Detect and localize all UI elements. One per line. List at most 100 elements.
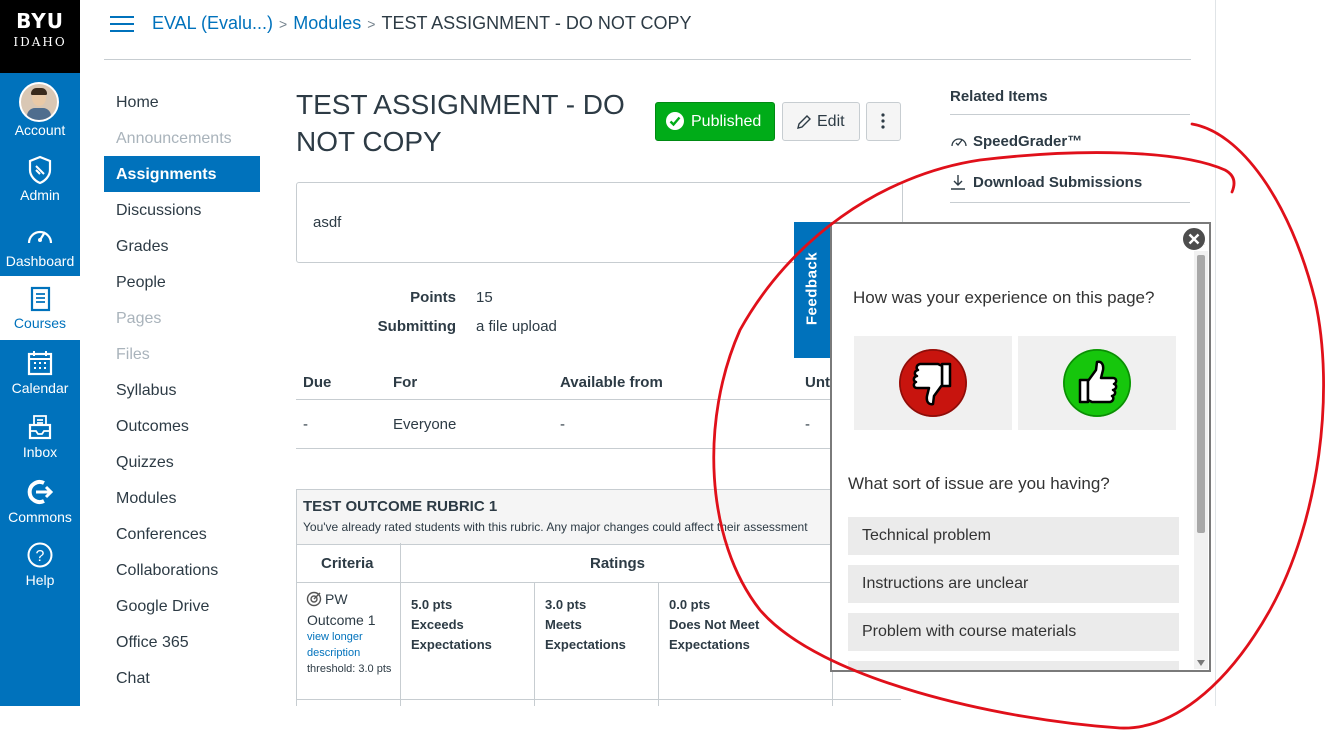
thumbs-down-icon (899, 349, 967, 417)
submitting-value: a file upload (476, 318, 557, 335)
course-nav-people[interactable]: People (116, 274, 166, 292)
assignment-description: asdf (313, 214, 342, 231)
download-submissions-link[interactable]: Download Submissions (973, 174, 1142, 191)
breadcrumb-course[interactable]: EVAL (Evalu...) (152, 13, 273, 33)
rubric-col-divider (658, 582, 659, 706)
close-icon[interactable] (1182, 227, 1206, 251)
download-icon (951, 175, 965, 190)
feedback-tab[interactable]: Feedback (794, 222, 830, 358)
course-nav-grades[interactable]: Grades (116, 238, 168, 256)
course-nav-modules[interactable]: Modules (116, 490, 176, 508)
byu-idaho-logo[interactable]: BYU IDAHO (0, 0, 80, 73)
rating-1-label: Exceeds (411, 617, 464, 632)
criterion-outcome: Outcome 1 (307, 612, 376, 628)
nav-help-label: Help (25, 572, 55, 588)
cell-available-from: - (560, 416, 565, 433)
nav-calendar[interactable]: Calendar (0, 340, 80, 404)
course-nav-discussions[interactable]: Discussions (116, 202, 201, 220)
published-label: Published (691, 113, 762, 130)
course-nav-pages: Pages (116, 310, 162, 327)
rubric-head-rule (296, 582, 901, 583)
nav-courses[interactable]: Courses (0, 276, 80, 340)
check-circle-icon (666, 112, 684, 130)
related-rule (950, 114, 1190, 115)
dates-row-rule (296, 448, 901, 449)
published-button[interactable]: Published (655, 102, 775, 141)
rating-2-pts: 3.0 pts (545, 597, 587, 612)
rubric-ratings-header: Ratings (590, 555, 646, 572)
scroll-down-arrow-icon[interactable] (1197, 660, 1205, 666)
nav-account[interactable]: Account (0, 76, 80, 140)
calendar-icon (27, 351, 53, 376)
page-right-border (1215, 0, 1216, 706)
outcome-target-icon (306, 591, 322, 607)
rubric-warning: You've already rated students with this … (303, 520, 808, 534)
course-menu-toggle[interactable] (110, 14, 134, 34)
col-due: Due (303, 374, 332, 391)
cell-for: Everyone (393, 416, 457, 433)
col-until: Unt (805, 374, 830, 391)
pencil-icon (797, 115, 811, 129)
points-label: Points (410, 289, 456, 306)
speedgrader-icon (951, 138, 967, 147)
commons-icon (27, 480, 54, 504)
feedback-scrollbar-thumb[interactable] (1197, 255, 1205, 533)
feedback-tab-label: Feedback (803, 251, 821, 326)
nav-commons-label: Commons (8, 509, 72, 525)
course-nav-conferences[interactable]: Conferences (116, 526, 207, 544)
criterion-threshold: threshold: 3.0 pts (307, 663, 392, 675)
issue-option-instructions[interactable]: Instructions are unclear (848, 565, 1179, 603)
book-icon (30, 286, 51, 312)
nav-admin[interactable]: Admin (0, 147, 80, 211)
nav-calendar-label: Calendar (11, 380, 69, 396)
breadcrumb: EVAL (Evalu...) > Modules > TEST ASSIGNMENT … (152, 13, 692, 34)
course-nav-google-drive[interactable]: Google Drive (116, 598, 209, 616)
course-nav-collaborations[interactable]: Collaborations (116, 562, 218, 580)
course-nav-syllabus[interactable]: Syllabus (116, 382, 176, 400)
course-nav-outcomes[interactable]: Outcomes (116, 418, 189, 436)
issue-option-partial[interactable] (848, 661, 1179, 670)
rubric-criteria-header: Criteria (321, 555, 374, 572)
view-description-link-2[interactable]: description (307, 647, 360, 659)
nav-courses-label: Courses (13, 315, 67, 331)
nav-admin-label: Admin (20, 187, 60, 203)
rating-3-label: Does Not Meet (669, 617, 760, 632)
course-nav-office-365[interactable]: Office 365 (116, 634, 189, 652)
course-nav-home[interactable]: Home (116, 94, 159, 112)
thumbs-up-icon (1063, 349, 1131, 417)
course-nav-quizzes[interactable]: Quizzes (116, 454, 174, 472)
avatar (19, 82, 59, 122)
issue-option-materials[interactable]: Problem with course materials (848, 613, 1179, 651)
nav-account-label: Account (14, 122, 66, 138)
nav-commons[interactable]: Commons (0, 469, 80, 533)
dates-header-rule (296, 399, 901, 400)
feedback-question-experience: How was your experience on this page? (853, 288, 1155, 307)
feedback-question-issue: What sort of issue are you having? (848, 474, 1110, 493)
submitting-label: Submitting (377, 318, 456, 335)
course-nav-chat[interactable]: Chat (116, 670, 150, 688)
course-nav-announcements: Announcements (116, 130, 232, 147)
nav-inbox[interactable]: Inbox (0, 404, 80, 468)
breadcrumb-modules[interactable]: Modules (293, 13, 361, 33)
nav-help[interactable]: ? Help (0, 532, 80, 596)
issue-option-label: Instructions are unclear (862, 575, 1029, 592)
issue-option-technical[interactable]: Technical problem (848, 517, 1179, 555)
speedgrader-link[interactable]: SpeedGrader™ (973, 133, 1082, 150)
view-description-link[interactable]: view longer (307, 631, 363, 643)
thumbs-down-button[interactable] (854, 336, 1012, 430)
rubric-row-rule (296, 699, 901, 700)
nav-dashboard[interactable]: Dashboard (0, 213, 80, 277)
edit-button[interactable]: Edit (782, 102, 860, 141)
course-nav-assignments[interactable]: Assignments (116, 166, 216, 184)
thumbs-up-button[interactable] (1018, 336, 1176, 430)
more-options-button[interactable] (866, 102, 901, 141)
rating-1-pts: 5.0 pts (411, 597, 453, 612)
issue-option-label: Problem with course materials (862, 623, 1077, 640)
course-nav-files: Files (116, 346, 150, 363)
svg-text:?: ? (36, 548, 45, 565)
related-items-title: Related Items (950, 88, 1048, 105)
breadcrumb-chevron-icon: > (367, 16, 376, 32)
speedometer-icon (27, 230, 53, 244)
header-divider (104, 59, 1191, 60)
cell-due: - (303, 416, 308, 433)
